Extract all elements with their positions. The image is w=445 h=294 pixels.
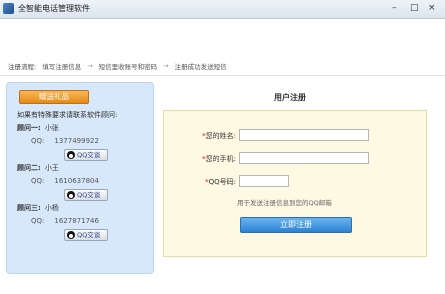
- qq-label: QQ:: [31, 177, 45, 185]
- qq-chat-label: QQ交谈: [77, 231, 101, 239]
- qq-label-text: QQ号码:: [208, 178, 236, 186]
- qq-hint: 用于发送注册信息到您的QQ邮箱: [237, 199, 332, 207]
- gift-button[interactable]: 赠送礼品: [19, 90, 89, 104]
- advisor-2: 顾问二: 小王: [17, 163, 147, 173]
- advisor-title: 顾问二:: [17, 164, 41, 172]
- register-button[interactable]: 立即注册: [240, 217, 352, 233]
- name-label: *您的姓名:: [186, 131, 236, 141]
- phone-label-text: 您的手机:: [205, 155, 236, 163]
- qq-chat-button[interactable]: QQ交谈: [64, 229, 108, 241]
- phone-label: *您的手机:: [186, 154, 236, 164]
- qq-number: 1610637804: [54, 177, 99, 185]
- advisor-title: 顾问三:: [17, 204, 41, 212]
- advisor-panel: 赠送礼品 如果有特殊要求请联系软件顾问: 顾问一: 小张 QQ: 137749992…: [6, 82, 154, 274]
- qq-chat-button[interactable]: QQ交谈: [64, 149, 108, 161]
- qq-label: QQ:: [31, 137, 45, 145]
- advisor-qq: QQ: 1377499922: [31, 137, 99, 145]
- qq-number: 1627871746: [54, 217, 99, 225]
- title-bar: 全智能电话管理软件 – □ ×: [0, 0, 445, 19]
- qq-penguin-icon: [67, 231, 75, 239]
- step-1: 填写注册信息: [42, 63, 82, 71]
- advisor-title: 顾问一:: [17, 124, 41, 132]
- step-2: 短信里收账号和密码: [98, 63, 158, 71]
- qq-field[interactable]: [239, 175, 289, 187]
- qq-penguin-icon: [67, 151, 75, 159]
- advisor-3: 顾问三: 小杨: [17, 203, 147, 213]
- step-3: 注册成功发送短信: [174, 63, 227, 71]
- qq-number: 1377499922: [54, 137, 99, 145]
- registration-form: *您的姓名: *您的手机: *QQ号码: 用于发送注册信息到您的QQ邮箱 立即注…: [163, 110, 427, 257]
- advisor-1: 顾问一: 小张: [17, 123, 147, 133]
- arrow-icon: →: [87, 62, 93, 70]
- minimize-icon[interactable]: –: [392, 3, 397, 13]
- qq-chat-label: QQ交谈: [77, 191, 101, 199]
- qq-label: QQ:: [31, 217, 45, 225]
- phone-field[interactable]: [239, 152, 369, 164]
- close-icon[interactable]: ×: [428, 3, 436, 13]
- name-field[interactable]: [239, 129, 369, 141]
- maximize-icon[interactable]: □: [410, 3, 419, 13]
- qq-chat-label: QQ交谈: [77, 151, 101, 159]
- qq-label: *QQ号码:: [186, 177, 236, 187]
- name-label-text: 您的姓名:: [205, 132, 236, 140]
- advisor-name: 小王: [44, 164, 59, 172]
- app-icon: [3, 3, 14, 14]
- advisor-name: 小张: [44, 124, 59, 132]
- contact-intro: 如果有特殊要求请联系软件顾问:: [17, 111, 118, 119]
- form-title: 用户注册: [274, 93, 306, 102]
- window-title: 全智能电话管理软件: [18, 4, 90, 13]
- advisor-qq: QQ: 1610637804: [31, 177, 99, 185]
- registration-steps: 注册流程: 填写注册信息 → 短信里收账号和密码 → 注册成功发送短信: [0, 57, 445, 76]
- qq-penguin-icon: [67, 191, 75, 199]
- advisor-name: 小杨: [44, 204, 59, 212]
- steps-label: 注册流程:: [8, 63, 37, 71]
- arrow-icon: →: [163, 62, 169, 70]
- advisor-qq: QQ: 1627871746: [31, 217, 99, 225]
- qq-chat-button[interactable]: QQ交谈: [64, 189, 108, 201]
